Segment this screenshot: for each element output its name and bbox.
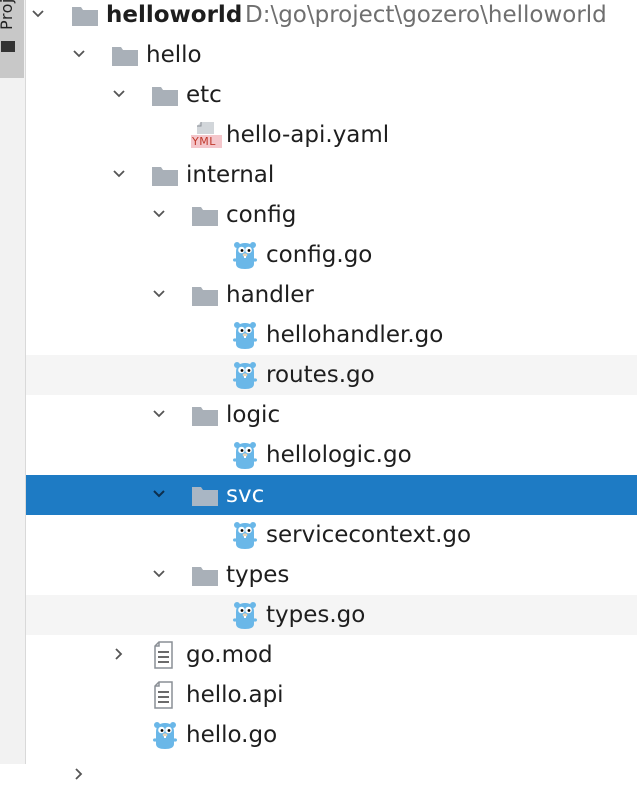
tree-row-file[interactable]: hello.api bbox=[26, 675, 637, 715]
tree-row-file[interactable]: hellologic.go bbox=[26, 435, 637, 475]
project-tool-strip: Proj bbox=[0, 0, 26, 764]
tree-item-label: handler bbox=[226, 282, 314, 308]
chevron-down-icon[interactable] bbox=[149, 562, 169, 586]
tree-item-label: types bbox=[226, 562, 290, 588]
gopher-icon bbox=[233, 240, 257, 270]
tree-item-label: config.go bbox=[266, 242, 373, 268]
tree-row-folder[interactable]: handler bbox=[26, 275, 637, 315]
chevron-down-icon[interactable] bbox=[149, 202, 169, 226]
gopher-icon bbox=[233, 440, 257, 470]
tree-item-label: hello bbox=[146, 42, 202, 68]
chevron-down-icon[interactable] bbox=[149, 402, 169, 426]
tree-row-folder[interactable]: hello bbox=[26, 35, 637, 75]
project-tree: helloworld D:\go\project\gozero\hellowor… bbox=[26, 0, 637, 780]
tree-row-file[interactable]: routes.go bbox=[26, 355, 637, 395]
tree-item-label: internal bbox=[186, 162, 275, 188]
tree-item-label: logic bbox=[226, 402, 281, 428]
yaml-badge-text: YML bbox=[192, 135, 216, 148]
folder-icon bbox=[151, 162, 179, 188]
folder-icon bbox=[191, 282, 219, 308]
tree-row-file[interactable]: servicecontext.go bbox=[26, 515, 637, 555]
gopher-icon bbox=[233, 600, 257, 630]
tree-row-folder[interactable]: etc bbox=[26, 75, 637, 115]
tree-row-file[interactable]: go.mod bbox=[26, 635, 637, 675]
project-tool-tab-label: Proj bbox=[0, 0, 16, 30]
tree-item-label: etc bbox=[186, 82, 222, 108]
tree-row-file[interactable]: types.go bbox=[26, 595, 637, 635]
tree-item-label: servicecontext.go bbox=[266, 522, 472, 548]
tree-row-root[interactable]: helloworld D:\go\project\gozero\hellowor… bbox=[26, 0, 637, 35]
tree-row-file[interactable]: hello.go bbox=[26, 715, 637, 755]
root-folder-path: D:\go\project\gozero\helloworld bbox=[245, 2, 607, 28]
chevron-right-icon[interactable] bbox=[109, 642, 129, 666]
folder-icon bbox=[191, 202, 219, 228]
tree-item-label: hello.go bbox=[186, 722, 278, 748]
gopher-icon bbox=[153, 720, 177, 750]
folder-icon bbox=[191, 562, 219, 588]
gopher-icon bbox=[233, 520, 257, 550]
chevron-down-icon[interactable] bbox=[28, 2, 48, 26]
tree-row-folder[interactable]: config bbox=[26, 195, 637, 235]
chevron-right-icon[interactable] bbox=[69, 762, 89, 786]
gopher-icon bbox=[233, 320, 257, 350]
chevron-down-icon[interactable] bbox=[149, 482, 169, 506]
folder-icon bbox=[191, 482, 219, 508]
text-file-icon bbox=[154, 641, 176, 669]
gopher-icon bbox=[233, 360, 257, 390]
tree-row-file[interactable]: config.go bbox=[26, 235, 637, 275]
chevron-down-icon[interactable] bbox=[69, 42, 89, 66]
tree-row-file[interactable]: YML hello-api.yaml bbox=[26, 115, 637, 155]
project-tool-tab[interactable]: Proj bbox=[0, 0, 24, 78]
tree-row-folder[interactable]: types bbox=[26, 555, 637, 595]
tree-row-file[interactable]: hellohandler.go bbox=[26, 315, 637, 355]
tree-row-folder-selected[interactable]: svc bbox=[26, 475, 637, 515]
folder-icon bbox=[151, 82, 179, 108]
folder-icon bbox=[71, 2, 99, 28]
tree-item-label: config bbox=[226, 202, 297, 228]
tree-item-label: hellologic.go bbox=[266, 442, 412, 468]
tree-item-label: hello.api bbox=[186, 682, 284, 708]
tree-item-label: svc bbox=[226, 482, 265, 508]
chevron-down-icon[interactable] bbox=[109, 82, 129, 106]
folder-icon bbox=[191, 402, 219, 428]
tree-row-partial[interactable] bbox=[26, 755, 637, 795]
yaml-file-icon: YML bbox=[191, 121, 223, 149]
chevron-down-icon[interactable] bbox=[149, 282, 169, 306]
folder-icon bbox=[111, 42, 139, 68]
tree-item-label: hello-api.yaml bbox=[226, 122, 390, 148]
chevron-down-icon[interactable] bbox=[109, 162, 129, 186]
tree-row-folder[interactable]: logic bbox=[26, 395, 637, 435]
tree-item-label: go.mod bbox=[186, 642, 273, 668]
tree-item-label: hellohandler.go bbox=[266, 322, 444, 348]
tree-row-folder[interactable]: internal bbox=[26, 155, 637, 195]
tree-item-label: types.go bbox=[266, 602, 366, 628]
root-folder-name: helloworld bbox=[106, 2, 243, 28]
text-file-icon bbox=[154, 681, 176, 709]
project-folder-icon bbox=[1, 41, 15, 52]
tree-item-label: routes.go bbox=[266, 362, 375, 388]
